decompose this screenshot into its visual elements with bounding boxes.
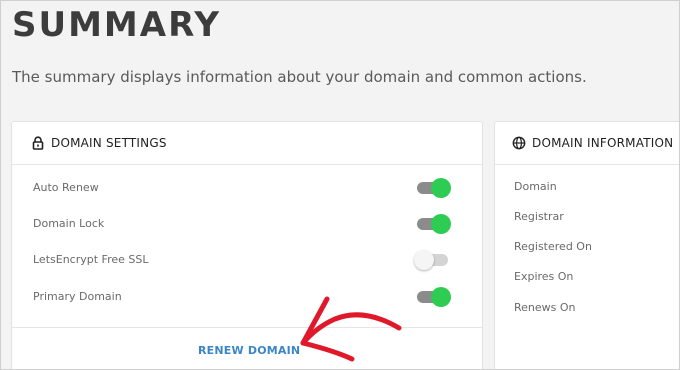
settings-row-primary-domain: Primary Domain (33, 286, 482, 306)
annotation-arrow-icon (300, 296, 402, 362)
domain-lock-label: Domain Lock (33, 216, 105, 230)
lock-icon (31, 136, 45, 150)
domain-settings-title: DOMAIN SETTINGS (51, 136, 167, 150)
info-row-expires-on: Expires On (514, 269, 574, 283)
settings-row-auto-renew: Auto Renew (33, 177, 482, 197)
toggle-knob (414, 250, 434, 270)
domain-settings-header: DOMAIN SETTINGS (12, 122, 482, 165)
auto-renew-toggle[interactable] (417, 178, 451, 198)
toggle-knob (431, 287, 451, 307)
info-row-registrar: Registrar (514, 209, 564, 223)
toggle-knob (431, 178, 451, 198)
page-title: SUMMARY (12, 5, 222, 45)
page-subtitle: The summary displays information about y… (12, 68, 587, 86)
globe-icon (512, 136, 526, 150)
domain-information-header: DOMAIN INFORMATION (495, 122, 679, 165)
ssl-toggle[interactable] (414, 250, 448, 270)
settings-row-domain-lock: Domain Lock (33, 213, 482, 233)
domain-settings-card: DOMAIN SETTINGS Auto Renew Domain Lock L… (11, 121, 483, 369)
toggle-knob (431, 214, 451, 234)
info-row-registered-on: Registered On (514, 239, 592, 253)
card-divider (12, 327, 482, 328)
primary-domain-toggle[interactable] (417, 287, 451, 307)
info-row-renews-on: Renews On (514, 300, 576, 314)
auto-renew-label: Auto Renew (33, 180, 99, 194)
info-row-domain: Domain (514, 179, 557, 193)
primary-domain-label: Primary Domain (33, 289, 122, 303)
ssl-label: LetsEncrypt Free SSL (33, 252, 149, 266)
summary-page: SUMMARY The summary displays information… (0, 0, 680, 370)
domain-information-title: DOMAIN INFORMATION (532, 136, 674, 150)
domain-information-card: DOMAIN INFORMATION Domain Registrar Regi… (494, 121, 679, 369)
domain-lock-toggle[interactable] (417, 214, 451, 234)
